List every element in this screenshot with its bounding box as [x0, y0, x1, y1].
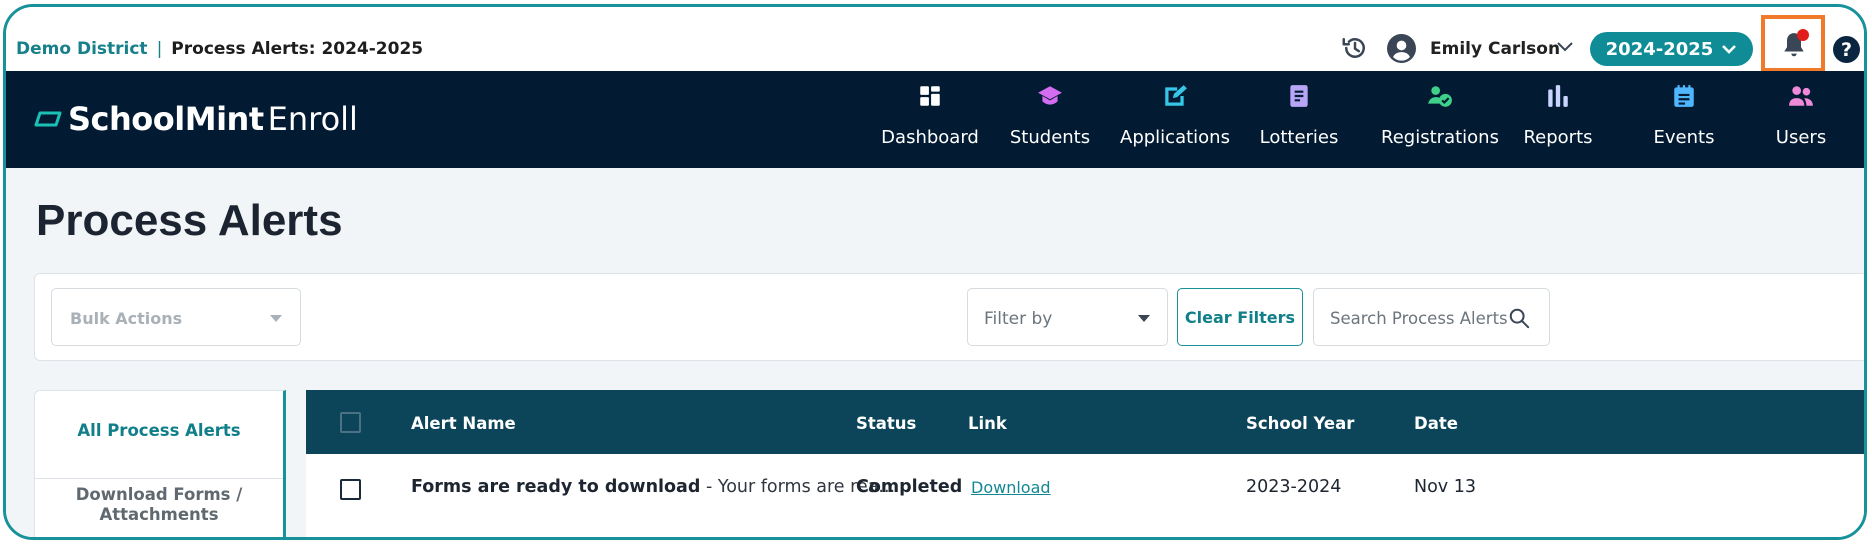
nav-events[interactable]: Events [1624, 83, 1744, 148]
notification-badge [1797, 29, 1809, 41]
graduation-cap-icon [1038, 86, 1062, 105]
table-header: Alert Name Status Link School Year Date [306, 390, 1864, 454]
user-check-icon [1428, 86, 1452, 107]
column-header-date[interactable]: Date [1414, 414, 1458, 433]
chevron-down-icon[interactable] [1556, 40, 1574, 54]
nav-label: Lotteries [1259, 127, 1339, 148]
process-alerts-table: Alert Name Status Link School Year Date … [306, 390, 1864, 537]
column-header-status[interactable]: Status [856, 414, 916, 433]
alert-category-sidebar: All Process Alerts Download Forms / Atta… [34, 390, 286, 537]
school-year-label: 2024-2025 [1605, 38, 1714, 60]
row-checkbox[interactable] [340, 479, 361, 500]
alert-name-cell: Forms are ready to download - Your forms… [411, 477, 895, 497]
nav-label: Users [1775, 127, 1827, 148]
schoolmint-logo[interactable]: SchoolMint Enroll [34, 100, 358, 138]
nav-label: Applications [1120, 127, 1230, 148]
clipboard-icon [1290, 85, 1308, 107]
table-row[interactable]: Forms are ready to download - Your forms… [306, 454, 1864, 524]
nav-dashboard[interactable]: Dashboard [870, 83, 990, 148]
page-title: Process Alerts [36, 196, 343, 245]
district-link[interactable]: Demo District [16, 39, 148, 59]
breadcrumb-current: Process Alerts: 2024-2025 [171, 39, 424, 59]
sidebar-item-download-forms[interactable]: Download Forms / Attachments [35, 485, 283, 525]
breadcrumb-separator: | [156, 39, 163, 59]
caret-down-icon [1138, 315, 1150, 322]
nav-label: Students [1009, 127, 1091, 148]
main-content: Process Alerts Bulk Actions Filter by Cl… [6, 168, 1864, 537]
bulk-actions-label: Bulk Actions [70, 309, 183, 328]
breadcrumb: Demo District | Process Alerts: 2024-2025 [16, 39, 423, 59]
nav-students[interactable]: Students [990, 83, 1110, 148]
search-placeholder: Search Process Alerts [1330, 309, 1508, 328]
logo-mark-icon [34, 111, 62, 127]
sidebar-item-all-process-alerts[interactable]: All Process Alerts [35, 391, 283, 479]
nav-registrations[interactable]: Registrations [1370, 83, 1510, 148]
notifications-button[interactable] [1761, 15, 1825, 72]
nav-applications[interactable]: Applications [1115, 83, 1235, 148]
nav-lotteries[interactable]: Lotteries [1239, 83, 1359, 148]
school-year-cell: 2023-2024 [1246, 477, 1342, 497]
alert-name: Forms are ready to download [411, 477, 701, 497]
caret-down-icon [270, 315, 282, 322]
chevron-down-icon [1722, 45, 1737, 54]
help-icon[interactable]: ? [1833, 36, 1860, 63]
nav-label: Reports [1523, 127, 1593, 148]
app-window: Demo District | Process Alerts: 2024-2025 … [3, 4, 1867, 540]
clear-filters-button[interactable]: Clear Filters [1177, 288, 1303, 346]
school-year-selector[interactable]: 2024-2025 [1590, 32, 1753, 66]
search-icon[interactable] [1508, 307, 1530, 329]
download-link[interactable]: Download [971, 478, 1051, 497]
date-cell: Nov 13 [1414, 477, 1476, 497]
bar-chart-icon [1548, 85, 1568, 107]
main-nav: SchoolMint Enroll Dashboard Students Appl… [6, 71, 1864, 168]
nav-reports[interactable]: Reports [1498, 83, 1618, 148]
nav-label: Events [1653, 127, 1715, 148]
users-icon [1789, 86, 1813, 106]
filter-by-label: Filter by [984, 309, 1053, 329]
bulk-actions-dropdown[interactable]: Bulk Actions [51, 288, 301, 346]
edit-document-icon [1165, 85, 1187, 106]
nav-users[interactable]: Users [1741, 83, 1861, 148]
nav-label: Dashboard [881, 127, 979, 148]
column-header-link: Link [968, 414, 1007, 433]
search-input[interactable]: Search Process Alerts [1313, 288, 1550, 346]
history-icon[interactable] [1340, 33, 1370, 63]
user-menu[interactable]: Emily Carlson [1430, 39, 1560, 59]
calendar-notes-icon [1674, 85, 1694, 107]
filter-toolbar: Bulk Actions Filter by Clear Filters Sea… [34, 273, 1864, 361]
filter-by-dropdown[interactable]: Filter by [967, 288, 1168, 346]
top-bar: Demo District | Process Alerts: 2024-2025 … [6, 7, 1864, 72]
user-avatar-icon[interactable] [1387, 34, 1416, 63]
status-cell: Completed [856, 477, 963, 497]
nav-label: Registrations [1381, 127, 1499, 148]
column-header-alert-name[interactable]: Alert Name [411, 414, 516, 433]
select-all-checkbox[interactable] [340, 412, 361, 433]
brand-product: Enroll [267, 100, 358, 138]
column-header-school-year[interactable]: School Year [1246, 414, 1354, 433]
dashboard-icon [920, 86, 940, 106]
brand-name: SchoolMint [68, 100, 264, 138]
